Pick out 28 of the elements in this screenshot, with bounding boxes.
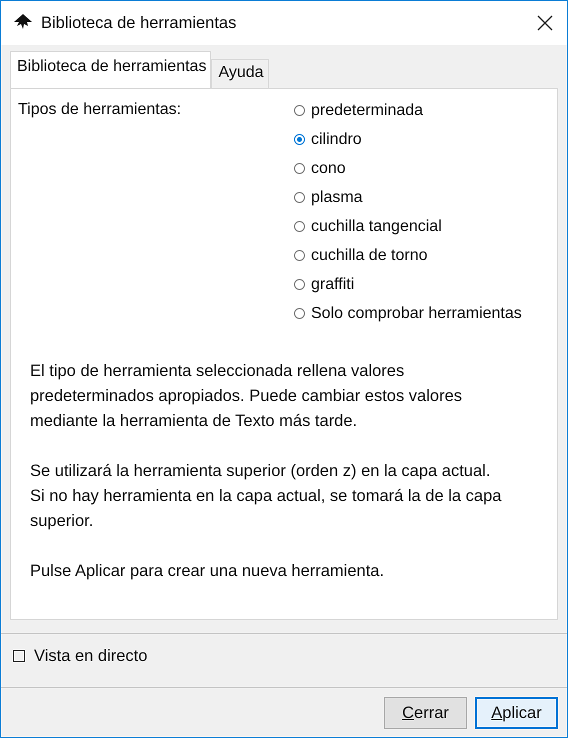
- apply-button[interactable]: Aplicar: [475, 697, 558, 729]
- radio-button[interactable]: [294, 221, 305, 232]
- radio-option[interactable]: cono: [294, 154, 522, 183]
- radio-option[interactable]: plasma: [294, 183, 522, 212]
- radio-option[interactable]: cuchilla tangencial: [294, 212, 522, 241]
- tool-types-label: Tipos de herramientas:: [18, 101, 182, 120]
- info-paragraph: Pulse Aplicar para crear una nueva herramienta.: [30, 561, 386, 582]
- close-icon[interactable]: [537, 15, 553, 31]
- checkbox[interactable]: [13, 650, 25, 662]
- radio-option[interactable]: cilindro: [294, 125, 522, 154]
- info-paragraph: Se utilizará la herramienta superior (orden z) en la capa actual. Si no hay herramienta en la capa actual, se tomará la de la capa superior.: [30, 461, 502, 532]
- radio-button[interactable]: [294, 105, 305, 116]
- close-button[interactable]: Cerrar: [384, 697, 467, 729]
- radio-button[interactable]: [294, 308, 305, 319]
- radio-option[interactable]: cuchilla de torno: [294, 241, 522, 270]
- radio-option[interactable]: graffiti: [294, 270, 522, 299]
- radio-option[interactable]: predeterminada: [294, 96, 522, 125]
- radio-button[interactable]: [294, 279, 305, 290]
- radio-button[interactable]: [294, 192, 305, 203]
- radio-button[interactable]: [294, 134, 305, 145]
- info-paragraph: El tipo de herramienta seleccionada rellena valores predeterminados apropiados. Puede cambiar estos valores mediante la herramienta de Texto más tarde.: [30, 361, 463, 432]
- radio-button[interactable]: [294, 250, 305, 261]
- radio-option[interactable]: Solo comprobar herramientas: [294, 299, 522, 328]
- tab[interactable]: Biblioteca de herramientas: [10, 51, 212, 88]
- tab[interactable]: Ayuda: [211, 59, 269, 88]
- window-title: Biblioteca de herramientas: [41, 14, 238, 32]
- radio-button[interactable]: [294, 163, 305, 174]
- live-preview-checkbox[interactable]: Vista en directo: [13, 644, 558, 668]
